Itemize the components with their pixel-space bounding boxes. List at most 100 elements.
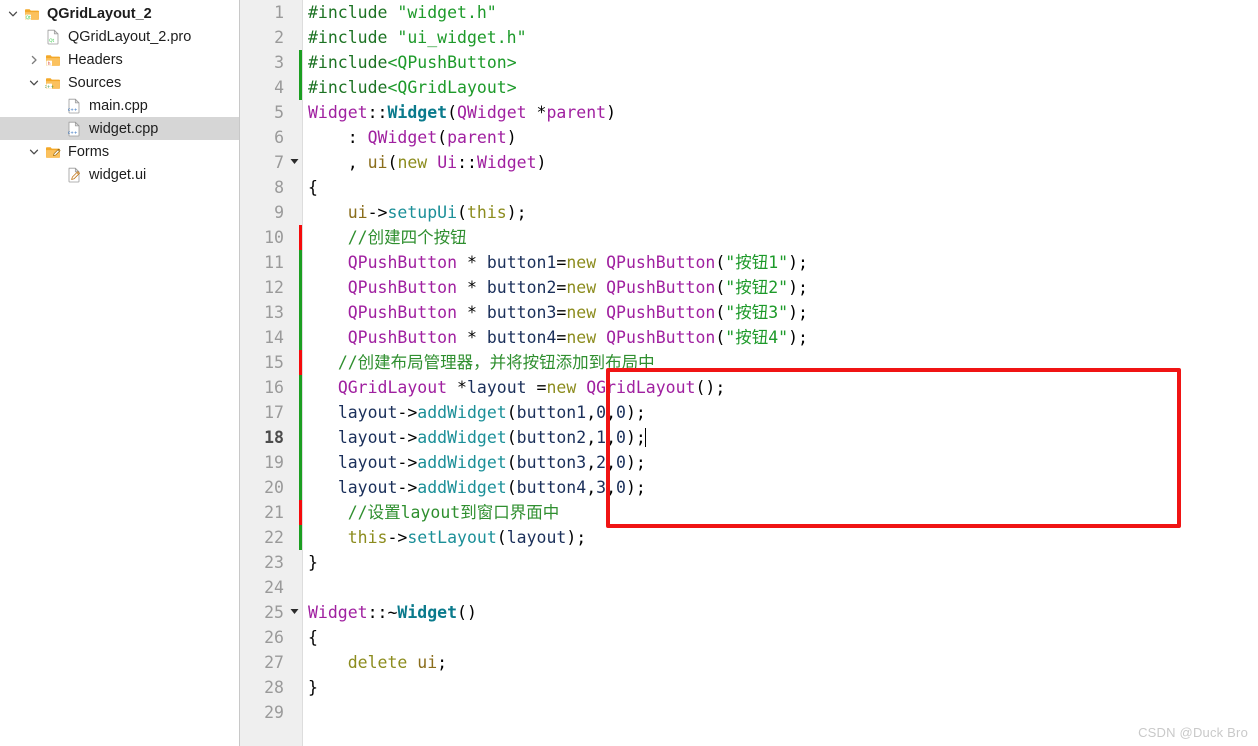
change-marker [299, 350, 302, 375]
code-line[interactable]: 1 #include "widget.h" [240, 0, 1258, 25]
code-line[interactable]: 9 ui->setupUi(this); [240, 200, 1258, 225]
token-op: { [308, 628, 318, 647]
code-text[interactable]: //创建布局管理器，并将按钮添加到布局中 [308, 350, 1258, 375]
code-text[interactable]: ui->setupUi(this); [308, 200, 1258, 225]
code-line[interactable]: 22 this->setLayout(layout); [240, 525, 1258, 550]
code-text[interactable]: QGridLayout *layout =new QGridLayout(); [308, 375, 1258, 400]
code-line[interactable]: 13 QPushButton * button3=new QPushButton… [240, 300, 1258, 325]
code-text[interactable]: QPushButton * button2=new QPushButton("按… [308, 275, 1258, 300]
code-lines-container[interactable]: 1 #include "widget.h" 2 #include "ui_widget… [240, 0, 1258, 746]
code-text[interactable]: layout->addWidget(button3,2,0); [308, 450, 1258, 475]
change-marker [299, 400, 302, 425]
code-text[interactable]: //创建四个按钮 [308, 225, 1258, 250]
code-text[interactable]: //设置layout到窗口界面中 [308, 500, 1258, 525]
tree-item-qgridlayout-2-pro[interactable]: Qt QGridLayout_2.pro [0, 25, 239, 48]
code-line[interactable]: 26 { [240, 625, 1258, 650]
code-text[interactable]: { [308, 175, 1258, 200]
code-line[interactable]: 7 , ui(new Ui::Widget) [240, 150, 1258, 175]
code-line[interactable]: 20 layout->addWidget(button4,3,0); [240, 475, 1258, 500]
token-num: 0 [616, 478, 626, 497]
tree-item-headers[interactable]: h Headers [0, 48, 239, 71]
chevron-down-icon[interactable] [25, 71, 43, 94]
code-text[interactable]: #include<QPushButton> [308, 50, 1258, 75]
tree-item-widget-cpp[interactable]: c++ widget.cpp [0, 117, 239, 140]
code-line[interactable]: 2 #include "ui_widget.h" [240, 25, 1258, 50]
code-line[interactable]: 28} [240, 675, 1258, 700]
token-op: ); [625, 453, 646, 472]
change-marker [299, 500, 302, 525]
code-line[interactable]: 3 #include<QPushButton> [240, 50, 1258, 75]
tree-item-sources[interactable]: c++ Sources [0, 71, 239, 94]
project-tree-sidebar[interactable]: Qt QGridLayout_2 Qt QGridLayout_2.pro h Heade… [0, 0, 240, 746]
token-field: ui [367, 153, 388, 172]
code-text[interactable]: QPushButton * button3=new QPushButton("按… [308, 300, 1258, 325]
sources-folder-icon: c++ [43, 71, 63, 94]
code-line[interactable]: 19 layout->addWidget(button3,2,0); [240, 450, 1258, 475]
code-text[interactable]: } [308, 675, 1258, 700]
code-line[interactable]: 16 QGridLayout *layout =new QGridLayout(… [240, 375, 1258, 400]
chevron-down-icon[interactable] [4, 2, 22, 25]
chevron-down-icon[interactable] [25, 140, 43, 163]
code-line[interactable]: 4 #include<QGridLayout> [240, 75, 1258, 100]
code-text[interactable]: : QWidget(parent) [308, 125, 1258, 150]
line-number: 13 [264, 303, 284, 322]
line-number: 27 [264, 653, 284, 672]
code-text[interactable]: Widget::Widget(QWidget *parent) [308, 100, 1258, 125]
chevron-right-icon[interactable] [25, 48, 43, 71]
code-text[interactable]: , ui(new Ui::Widget) [308, 150, 1258, 175]
token-op: , [606, 478, 616, 497]
token-type: Widget [308, 103, 368, 122]
tree-item-forms[interactable]: Forms [0, 140, 239, 163]
text-cursor [644, 428, 646, 447]
token-op: } [308, 678, 318, 697]
code-text[interactable]: { [308, 625, 1258, 650]
code-text[interactable]: layout->addWidget(button4,3,0); [308, 475, 1258, 500]
code-text[interactable]: } [308, 550, 1258, 575]
code-line[interactable]: 21 //设置layout到窗口界面中 [240, 500, 1258, 525]
code-line[interactable]: 24 [240, 575, 1258, 600]
code-text[interactable]: this->setLayout(layout); [308, 525, 1258, 550]
code-text[interactable]: QPushButton * button1=new QPushButton("按… [308, 250, 1258, 275]
code-text[interactable]: layout->addWidget(button1,0,0); [308, 400, 1258, 425]
code-line[interactable]: 12 QPushButton * button2=new QPushButton… [240, 275, 1258, 300]
code-editor[interactable]: 1 #include "widget.h" 2 #include "ui_widget… [240, 0, 1258, 746]
tree-item-widget-ui[interactable]: widget.ui [0, 163, 239, 186]
code-line[interactable]: 6 : QWidget(parent) [240, 125, 1258, 150]
code-text[interactable]: delete ui; [308, 650, 1258, 675]
token-op: (); [695, 378, 726, 397]
code-text[interactable]: QPushButton * button4=new QPushButton("按… [308, 325, 1258, 350]
token-str: "按钮3" [725, 303, 789, 322]
change-marker [299, 50, 302, 75]
token-op: -> [387, 528, 408, 547]
code-line[interactable]: 27 delete ui; [240, 650, 1258, 675]
svg-text:Qt: Qt [26, 14, 31, 20]
change-marker [299, 325, 302, 350]
code-line[interactable]: 25 Widget::~Widget() [240, 600, 1258, 625]
code-line[interactable]: 29 [240, 700, 1258, 725]
code-line[interactable]: 5 Widget::Widget(QWidget *parent) [240, 100, 1258, 125]
code-text[interactable]: #include "widget.h" [308, 0, 1258, 25]
qt-creator-window: Qt QGridLayout_2 Qt QGridLayout_2.pro h Heade… [0, 0, 1258, 746]
code-line[interactable]: 14 QPushButton * button4=new QPushButton… [240, 325, 1258, 350]
code-line[interactable]: 17 layout->addWidget(button1,0,0); [240, 400, 1258, 425]
code-line[interactable]: 11 QPushButton * button1=new QPushButton… [240, 250, 1258, 275]
code-text[interactable]: Widget::~Widget() [308, 600, 1258, 625]
tree-item-qgridlayout-2[interactable]: Qt QGridLayout_2 [0, 2, 239, 25]
code-text[interactable]: #include "ui_widget.h" [308, 25, 1258, 50]
code-line[interactable]: 18 layout->addWidget(button2,1,0); [240, 425, 1258, 450]
line-number: 2 [274, 28, 284, 47]
code-line[interactable]: 15 //创建布局管理器，并将按钮添加到布局中 [240, 350, 1258, 375]
cpp-file-icon: c++ [64, 117, 84, 140]
code-line[interactable]: 23} [240, 550, 1258, 575]
token-num: 2 [596, 453, 607, 472]
code-text[interactable]: layout->addWidget(button2,1,0); [308, 425, 1258, 450]
code-line[interactable]: 10 //创建四个按钮 [240, 225, 1258, 250]
token-op: = [556, 253, 567, 272]
code-text[interactable]: #include<QGridLayout> [308, 75, 1258, 100]
tree-item-main-cpp[interactable]: c++ main.cpp [0, 94, 239, 117]
code-line[interactable]: 8{ [240, 175, 1258, 200]
